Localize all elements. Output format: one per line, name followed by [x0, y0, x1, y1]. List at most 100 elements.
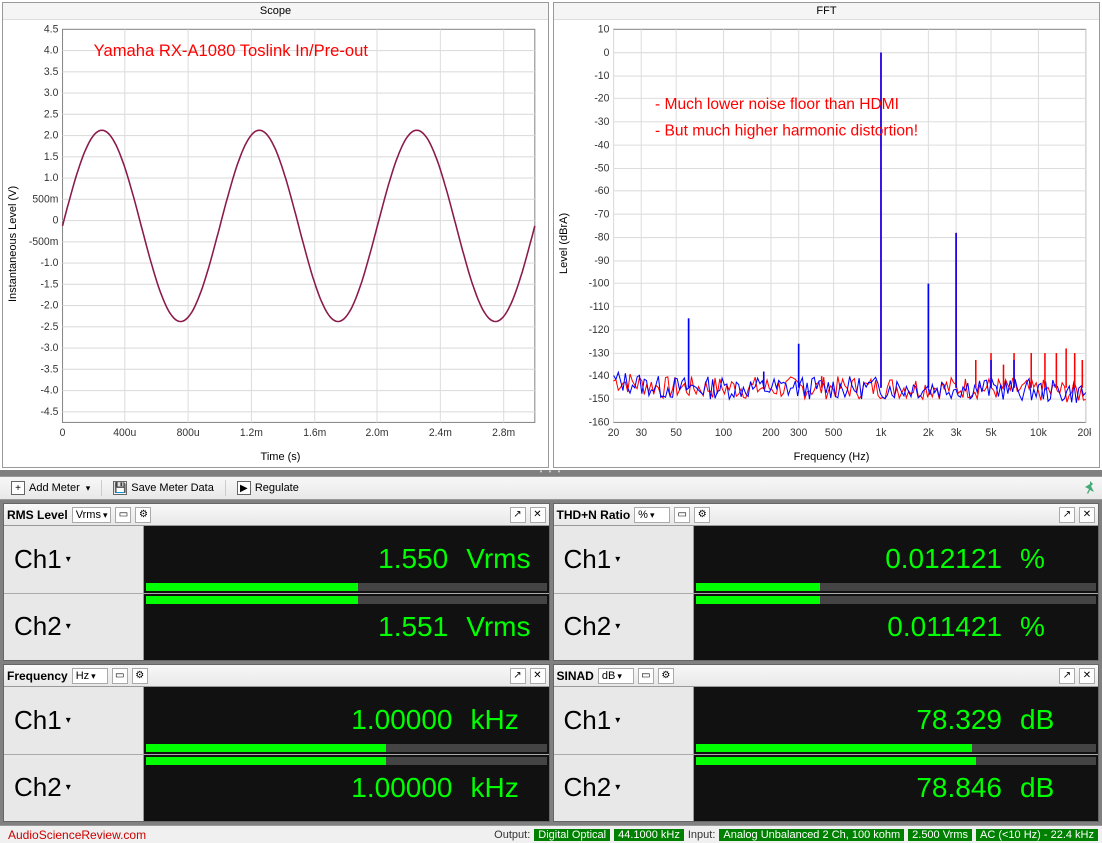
regulate-label: Regulate — [255, 482, 299, 494]
svg-text:30: 30 — [635, 427, 647, 439]
gear-icon[interactable]: ⚙ — [658, 668, 674, 684]
rms-ch2-label: Ch2 — [14, 611, 62, 642]
rms-ch2-unit: Vrms — [466, 611, 530, 643]
chevron-down-icon[interactable]: ▾ — [62, 621, 75, 632]
save-icon: 💾 — [113, 481, 127, 495]
svg-text:3.5: 3.5 — [44, 66, 59, 78]
svg-text:-80: -80 — [594, 232, 609, 244]
close-icon[interactable]: ✕ — [1079, 668, 1095, 684]
svg-text:5k: 5k — [986, 427, 998, 439]
thdn-unit-select[interactable]: % — [634, 507, 670, 523]
freq-ch2-value: 1.00000 — [351, 772, 452, 804]
chevron-down-icon[interactable]: ▾ — [611, 715, 624, 726]
chevron-down-icon[interactable]: ▾ — [62, 715, 75, 726]
rms-level-panel: RMS Level Vrms ▭ ⚙ ↗ ✕ Ch1▾ 1.550Vrms Ch… — [3, 503, 550, 661]
svg-text:2.4m: 2.4m — [429, 427, 452, 439]
thdn-ch1-unit: % — [1020, 543, 1080, 575]
freq-ch2-unit: kHz — [471, 772, 531, 804]
close-icon[interactable]: ✕ — [530, 668, 546, 684]
output-type[interactable]: Digital Optical — [534, 829, 610, 841]
svg-text:2.0: 2.0 — [44, 130, 59, 142]
thdn-ch1-value: 0.012121 — [885, 543, 1002, 575]
thdn-ch2-readout: 0.011421% — [694, 594, 1099, 661]
rms-ch1-readout: 1.550Vrms — [144, 526, 549, 593]
freq-ch1-bar — [146, 744, 547, 752]
sinad-ch1-readout: 78.329dB — [694, 687, 1099, 754]
scope-plot[interactable]: 4.54.03.53.02.52.01.51.0500m0-500m-1.0-1… — [21, 24, 540, 449]
pin-icon[interactable] — [1082, 480, 1098, 496]
svg-text:10: 10 — [598, 24, 610, 36]
fft-title: FFT — [554, 3, 1099, 20]
svg-text:20: 20 — [608, 427, 620, 439]
freq-ch1-value: 1.00000 — [351, 704, 452, 736]
save-meter-data-button[interactable]: 💾 Save Meter Data — [106, 478, 221, 498]
chevron-down-icon — [84, 482, 91, 494]
svg-text:0: 0 — [60, 427, 66, 439]
svg-text:-60: -60 — [594, 185, 609, 197]
fft-annotation-1: - Much lower noise floor than HDMI — [655, 96, 899, 113]
sinad-ch2-readout: 78.846dB — [694, 755, 1099, 822]
input-label: Input: — [688, 829, 716, 841]
input-coupling[interactable]: AC (<10 Hz) - 22.4 kHz — [976, 829, 1098, 841]
scope-xlabel: Time (s) — [21, 449, 540, 463]
filter-icon[interactable]: ▭ — [112, 668, 128, 684]
svg-text:800u: 800u — [177, 427, 200, 439]
filter-icon[interactable]: ▭ — [638, 668, 654, 684]
thdn-ch1-label: Ch1 — [564, 544, 612, 575]
chevron-down-icon[interactable]: ▾ — [62, 554, 75, 565]
popout-icon[interactable]: ↗ — [1059, 507, 1075, 523]
popout-icon[interactable]: ↗ — [510, 668, 526, 684]
chevron-down-icon[interactable]: ▾ — [611, 782, 624, 793]
gear-icon[interactable]: ⚙ — [135, 507, 151, 523]
gear-icon[interactable]: ⚙ — [132, 668, 148, 684]
close-icon[interactable]: ✕ — [530, 507, 546, 523]
svg-text:-50: -50 — [594, 163, 609, 175]
plus-icon: + — [11, 481, 25, 495]
svg-text:500m: 500m — [32, 193, 58, 205]
chevron-down-icon[interactable]: ▾ — [62, 782, 75, 793]
svg-text:3k: 3k — [951, 427, 963, 439]
svg-text:4.0: 4.0 — [44, 45, 59, 57]
sinad-title: SINAD — [557, 669, 594, 683]
freq-unit-select[interactable]: Hz — [72, 668, 108, 684]
rms-ch2-readout: 1.551Vrms — [144, 594, 549, 661]
fft-plot[interactable]: 100-10-20-30-40-50-60-70-80-90-100-110-1… — [572, 24, 1091, 449]
rms-ch1-label: Ch1 — [14, 544, 62, 575]
svg-text:20k: 20k — [1077, 427, 1091, 439]
close-icon[interactable]: ✕ — [1079, 507, 1095, 523]
svg-text:2.8m: 2.8m — [492, 427, 515, 439]
sinad-ch2-bar — [696, 757, 1097, 765]
freq-ch1-label: Ch1 — [14, 705, 62, 736]
filter-icon[interactable]: ▭ — [115, 507, 131, 523]
sinad-ch1-value: 78.329 — [916, 704, 1002, 736]
regulate-button[interactable]: ▶ Regulate — [230, 478, 306, 498]
meter-toolbar: + Add Meter 💾 Save Meter Data ▶ Regulate — [0, 476, 1102, 500]
sinad-unit-select[interactable]: dB — [598, 668, 634, 684]
popout-icon[interactable]: ↗ — [510, 507, 526, 523]
input-level[interactable]: 2.500 Vrms — [908, 829, 972, 841]
chevron-down-icon[interactable]: ▾ — [611, 621, 624, 632]
scope-annotation: Yamaha RX-A1080 Toslink In/Pre-out — [94, 41, 369, 60]
svg-text:-3.0: -3.0 — [40, 342, 58, 354]
chevron-down-icon[interactable]: ▾ — [611, 554, 624, 565]
svg-text:100: 100 — [715, 427, 732, 439]
thdn-ch2-unit: % — [1020, 611, 1080, 643]
thdn-ch2-bar — [696, 596, 1097, 604]
gear-icon[interactable]: ⚙ — [694, 507, 710, 523]
play-icon: ▶ — [237, 481, 251, 495]
svg-text:2k: 2k — [923, 427, 935, 439]
filter-icon[interactable]: ▭ — [674, 507, 690, 523]
svg-text:-40: -40 — [594, 139, 609, 151]
output-rate[interactable]: 44.1000 kHz — [614, 829, 684, 841]
svg-text:-1.5: -1.5 — [40, 278, 58, 290]
popout-icon[interactable]: ↗ — [1059, 668, 1075, 684]
rms-unit-select[interactable]: Vrms — [72, 507, 112, 523]
input-type[interactable]: Analog Unbalanced 2 Ch, 100 kohm — [719, 829, 904, 841]
add-meter-button[interactable]: + Add Meter — [4, 478, 97, 498]
svg-text:200: 200 — [762, 427, 779, 439]
thdn-ch1-bar — [696, 583, 1097, 591]
svg-text:-10: -10 — [594, 70, 609, 82]
sinad-ch2-value: 78.846 — [916, 772, 1002, 804]
sinad-ch1-label: Ch1 — [564, 705, 612, 736]
svg-text:1k: 1k — [876, 427, 888, 439]
